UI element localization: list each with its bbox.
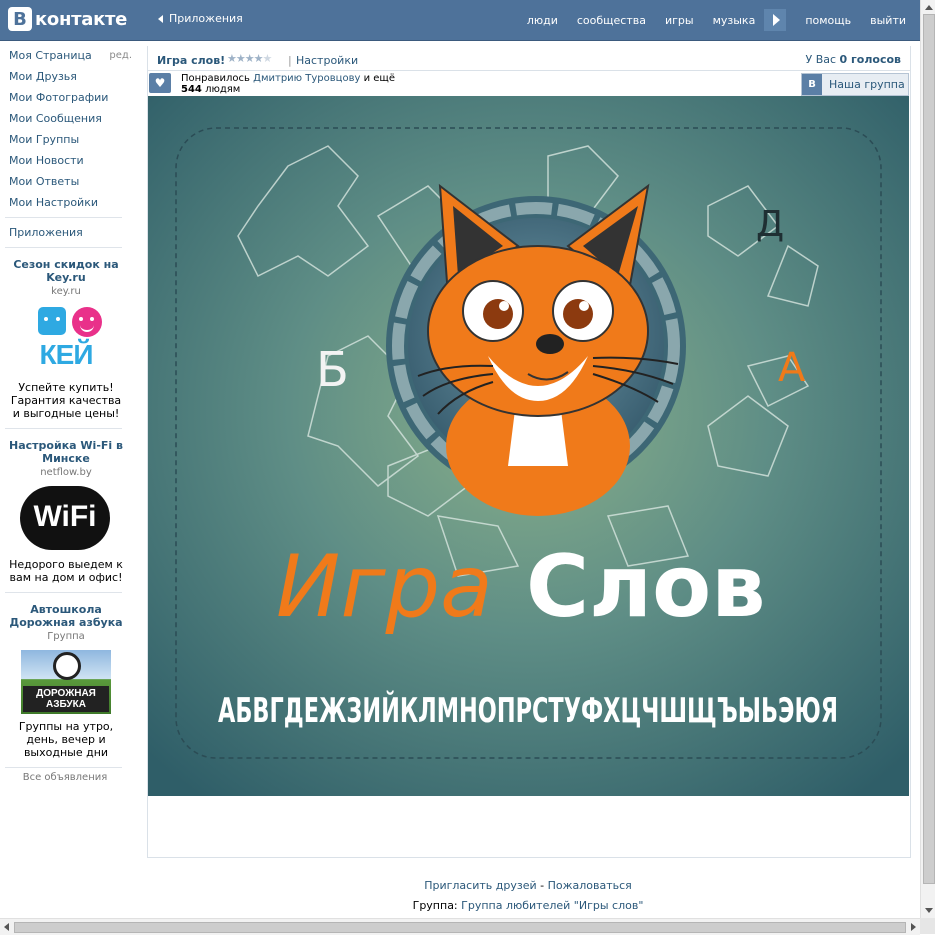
ad-title[interactable]: Сезон скидок на Key.ru [6,258,126,284]
top-header: B контакте Приложения люди сообщества иг… [0,0,920,41]
ad-text: Недорого выедем к вам на дом и офис! [9,558,123,584]
sidebar-item-label: Моя Страница [9,49,92,62]
game-splash-illustration: Б Д А Игра Слов АБВГДЕЖЗИЙКЛМНОПРСТУФХЦЧ… [148,96,909,796]
game-title-part-1: Игра [276,537,493,637]
floating-letter: Д [756,204,784,245]
driving-school-image[interactable]: ДОРОЖНАЯ АЗБУКА [21,650,111,714]
ad-title[interactable]: Автошкола Дорожная азбука [6,603,126,629]
nav-logout[interactable]: выйти [870,14,906,27]
wifi-logo-text: WiFi [33,500,97,533]
liked-friend-link[interactable]: Дмитрию Туровцову [253,73,360,84]
ad-block-driving-school[interactable]: Автошкола Дорожная азбука Группа ДОРОЖНА… [0,597,130,763]
scroll-left-icon[interactable] [4,923,9,931]
ad-text: Успейте купить! Гарантия качества и выго… [10,381,122,420]
driving-school-logo-text: ДОРОЖНАЯ АЗБУКА [23,686,109,712]
vk-logo-text: контакте [35,8,128,30]
footer-separator: - [536,879,548,892]
sidebar-item-settings[interactable]: Мои Настройки [0,192,130,213]
key-logo-text: КЕЙ [39,339,94,370]
play-icon [772,14,780,26]
scroll-thumb[interactable] [923,14,935,884]
sidebar-item-news[interactable]: Мои Новости [0,150,130,171]
app-settings-link[interactable]: Настройки [296,54,358,67]
ad-domain: key.ru [51,286,81,297]
likes-bar: ♥ Понравилось Дмитрию Туровцову и ещё 54… [148,72,910,96]
app-title[interactable]: Игра слов! [157,54,225,67]
divider [5,217,122,218]
likes-and: и ещё [363,73,395,84]
sidebar-item-messages[interactable]: Мои Сообщения [0,108,130,129]
sidebar-item-apps[interactable]: Приложения [0,222,130,243]
game-title-part-2: Слов [526,537,766,637]
ad-title[interactable]: Настройка Wi-Fi в Минске [6,439,126,465]
ad-domain: Группа [47,631,85,642]
vk-small-icon: В [802,74,822,95]
vk-logo-icon: B [8,7,32,31]
our-group-button[interactable]: В Наша группа [801,73,909,96]
ad-block-key[interactable]: Сезон скидок на Key.ru key.ru КЕЙ Успейт… [0,252,130,424]
floating-letter: Б [316,342,349,398]
invite-friends-link[interactable]: Пригласить друзей [424,879,536,892]
app-footer: Пригласить друзей - Пожаловаться Группа:… [147,876,909,916]
vertical-scrollbar[interactable] [920,0,935,918]
divider [5,247,122,248]
nav-people[interactable]: люди [527,14,558,27]
nav-communities[interactable]: сообщества [577,14,646,27]
our-group-label: Наша группа [829,78,905,91]
floating-letter: А [778,345,806,391]
top-nav: люди сообщества игры музыка помощь выйти [508,0,906,40]
votes-balance[interactable]: У Вас 0 голосов [806,53,902,66]
divider [5,428,122,429]
app-header: Игра слов! ★★★★★ | Настройки У Вас 0 гол… [148,46,910,71]
back-to-apps-link[interactable]: Приложения [158,12,243,25]
likes-count[interactable]: 544 [181,84,202,95]
complain-link[interactable]: Пожаловаться [548,879,632,892]
ad-block-wifi[interactable]: Настройка Wi-Fi в Минске netflow.by WiFi… [0,433,130,588]
game-canvas[interactable]: Б Д А Игра Слов АБВГДЕЖЗИЙКЛМНОПРСТУФХЦЧ… [148,96,909,796]
horizontal-scrollbar[interactable] [0,918,920,935]
edit-link[interactable]: ред. [109,45,132,66]
sidebar-item-groups[interactable]: Мои Группы [0,129,130,150]
votes-value: 0 голосов [839,53,901,66]
likes-suffix: людям [205,84,241,95]
scroll-right-icon[interactable] [911,923,916,931]
ad-text: Группы на утро, день, вечер и выходные д… [18,720,114,759]
back-to-apps-label: Приложения [169,12,243,25]
sidebar-item-friends[interactable]: Мои Друзья [0,66,130,87]
sidebar-item-photos[interactable]: Мои Фотографии [0,87,130,108]
left-sidebar: Моя Страница ред. Мои Друзья Мои Фотограф… [0,40,132,783]
separator: | [288,54,292,67]
scroll-thumb[interactable] [14,922,906,933]
key-logo-image[interactable]: КЕЙ [26,305,106,375]
scroll-down-icon[interactable] [925,908,933,913]
like-heart-icon[interactable]: ♥ [149,73,171,93]
all-ads-link[interactable]: Все объявления [0,772,130,783]
back-arrow-icon [158,14,163,23]
sidebar-item-my-page[interactable]: Моя Страница ред. [0,45,132,66]
rating-stars: ★★★★★ [227,52,272,65]
scrollbar-corner [920,918,935,934]
scroll-up-icon[interactable] [925,5,933,10]
nav-help[interactable]: помощь [805,14,851,27]
wifi-logo-image[interactable]: WiFi [20,486,112,552]
nav-games[interactable]: игры [665,14,694,27]
app-container: Игра слов! ★★★★★ | Настройки У Вас 0 гол… [147,46,911,858]
divider [5,767,122,768]
likes-text: Понравилось Дмитрию Туровцову и ещё 544 … [181,73,395,95]
vk-logo[interactable]: B контакте [8,7,127,31]
footer-group-prefix: Группа: [412,899,458,912]
divider [5,592,122,593]
ad-domain: netflow.by [40,467,92,478]
app-group-link[interactable]: Группа любителей "Игры слов" [461,899,643,912]
likes-prefix: Понравилось [181,73,250,84]
nav-music[interactable]: музыка [713,14,756,27]
play-music-button[interactable] [764,9,787,31]
sidebar-item-answers[interactable]: Мои Ответы [0,171,130,192]
votes-prefix: У Вас [805,53,837,66]
alphabet-strip: АБВГДЕЖЗИЙКЛМНОПРСТУФХЦЧШЩЪЫЬЭЮЯ [218,690,838,731]
